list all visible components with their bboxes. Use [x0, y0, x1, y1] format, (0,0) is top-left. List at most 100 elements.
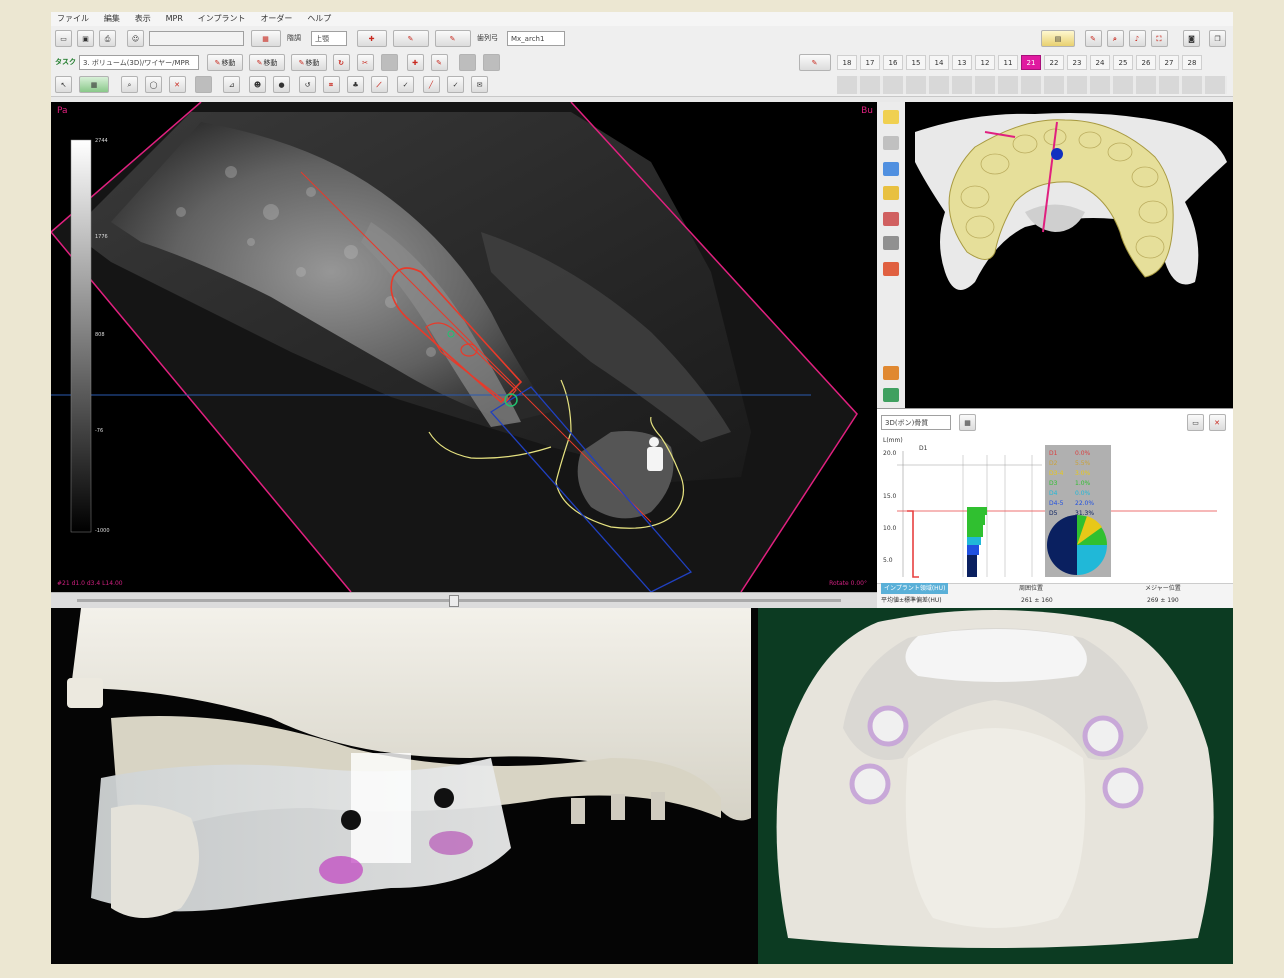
slider-track[interactable] — [77, 599, 841, 602]
sphere-icon[interactable]: ● — [273, 76, 290, 93]
fullscreen-icon[interactable]: ⛶ — [1151, 30, 1168, 47]
legend-key: D4 — [1049, 490, 1058, 497]
mpr-cross-section-view[interactable]: Pa Bu 2744 1776 808 -76 -1000 #21 d1.0 d… — [51, 102, 877, 592]
tooth-button-16[interactable]: 16 — [883, 55, 903, 70]
3d-arch-view[interactable] — [905, 102, 1233, 408]
implant-add-icon[interactable]: ✚ — [407, 54, 424, 71]
surround-value: 261 ± 160 — [1021, 597, 1053, 604]
panel-icon[interactable] — [883, 136, 899, 150]
jaw-select[interactable]: 上顎 — [311, 31, 347, 46]
slider-thumb[interactable] — [449, 595, 459, 607]
move-button-b[interactable]: ✎移動 — [249, 54, 285, 71]
tooth-button-21[interactable]: 21 — [1021, 55, 1041, 70]
corner-label-left: Pa — [57, 106, 68, 116]
line-tool-icon[interactable]: ⟋ — [371, 76, 388, 93]
export-icon[interactable] — [883, 366, 899, 380]
face-icon[interactable]: ☻ — [249, 76, 266, 93]
tooth-button-26[interactable]: 26 — [1136, 55, 1156, 70]
move-button-c[interactable]: ✎移動 — [291, 54, 327, 71]
tooth-button-13[interactable]: 13 — [952, 55, 972, 70]
tooth-button-18[interactable]: 18 — [837, 55, 857, 70]
magnifier-icon[interactable]: ⌕ — [121, 76, 138, 93]
report-button[interactable]: ▤ — [1041, 30, 1075, 47]
folder-icon[interactable] — [883, 186, 899, 200]
implant-edit-icon[interactable]: ✎ — [431, 54, 448, 71]
close-cross-icon[interactable]: ✕ — [169, 76, 186, 93]
legend-key: D3 — [1049, 480, 1058, 487]
note-icon[interactable]: ✉ — [471, 76, 488, 93]
layout-button[interactable]: ▦ — [251, 30, 281, 47]
legend-key: D3-4 — [1049, 470, 1064, 477]
reset-icon[interactable]: ◯ — [145, 76, 162, 93]
arch-select[interactable]: Mx_arch1 — [507, 31, 565, 46]
green-mark-icon-2[interactable]: ✓ — [447, 76, 464, 93]
green-mark-icon[interactable]: ✓ — [397, 76, 414, 93]
tooth-button-28[interactable]: 28 — [1182, 55, 1202, 70]
layers-icon[interactable] — [883, 162, 899, 176]
print-view-icon[interactable] — [883, 212, 899, 226]
menu-file[interactable]: ファイル — [51, 12, 95, 24]
window-icon[interactable]: ❐ — [1209, 30, 1226, 47]
zoom-icon[interactable]: ⌕ — [1107, 30, 1124, 47]
scissors-icon[interactable]: ✂ — [357, 54, 374, 71]
mpr-image — [51, 102, 858, 592]
legend-row: D2 5.5% — [1049, 459, 1111, 469]
pointer-icon[interactable]: ↖ — [55, 76, 72, 93]
tooth-button-25[interactable]: 25 — [1113, 55, 1133, 70]
legend-row: D5 31.3% — [1049, 509, 1111, 519]
open-folder-icon[interactable]: ▭ — [55, 30, 72, 47]
legend-key: D4-5 — [1049, 500, 1064, 507]
expand-icon[interactable] — [883, 262, 899, 276]
crop-view-icon[interactable]: ⌗ — [323, 76, 340, 93]
legend-key: D5 — [1049, 510, 1058, 517]
disabled-tool-icon-2 — [459, 54, 476, 71]
tooth-button-22[interactable]: 22 — [1044, 55, 1064, 70]
tree-icon[interactable]: ♣ — [347, 76, 364, 93]
camera-icon[interactable]: ◙ — [1183, 30, 1200, 47]
diagonal-icon[interactable]: ╱ — [423, 76, 440, 93]
tooth-button-15[interactable]: 15 — [906, 55, 926, 70]
menu-mpr[interactable]: MPR — [160, 13, 189, 23]
implant-library-button[interactable]: ✎ — [799, 54, 831, 71]
density-mode-select[interactable]: 3D(ボン)骨質 — [881, 415, 951, 430]
chart-icon[interactable] — [883, 388, 899, 402]
move-button-a[interactable]: ✎移動 — [207, 54, 243, 71]
density-close-icon[interactable]: ✕ — [1209, 414, 1226, 431]
patient-icon[interactable]: ☺ — [127, 30, 144, 47]
tooth-button-12[interactable]: 12 — [975, 55, 995, 70]
notes-icon[interactable] — [883, 110, 899, 124]
menu-edit[interactable]: 編集 — [98, 12, 126, 24]
measure-button[interactable]: ✎ — [393, 30, 429, 47]
pen-icon[interactable]: ✎ — [1085, 30, 1102, 47]
ruler-icon[interactable]: ⊿ — [223, 76, 240, 93]
tooth-button-24[interactable]: 24 — [1090, 55, 1110, 70]
slice-slider[interactable] — [51, 592, 877, 609]
density-settings-icon[interactable]: ▦ — [959, 414, 976, 431]
crop-button[interactable]: ✚ — [357, 30, 387, 47]
rotate-icon[interactable]: ↻ — [333, 54, 350, 71]
col-major-header: メジャー位置 — [1145, 585, 1181, 592]
tooth-button-17[interactable]: 17 — [860, 55, 880, 70]
grid-icon[interactable] — [883, 236, 899, 250]
legend-value: 5.5% — [1075, 460, 1091, 467]
menu-order[interactable]: オーダー — [254, 12, 298, 24]
audio-icon[interactable]: ♪ — [1129, 30, 1146, 47]
menu-help[interactable]: ヘルプ — [301, 12, 337, 24]
save-icon[interactable]: ▣ — [77, 30, 94, 47]
tooth-button-14[interactable]: 14 — [929, 55, 949, 70]
task-label: タスク — [55, 58, 76, 66]
legend-row: D4 0.0% — [1049, 489, 1111, 499]
menu-implant[interactable]: インプラント — [192, 12, 252, 24]
task-select[interactable]: 3. ボリューム(3D)/ワイヤー/MPR — [79, 55, 199, 70]
density-export-icon[interactable]: ▭ — [1187, 414, 1204, 431]
menu-view[interactable]: 表示 — [129, 12, 157, 24]
tooth-button-27[interactable]: 27 — [1159, 55, 1179, 70]
legend-value: 31.3% — [1075, 510, 1095, 517]
annotate-button[interactable]: ✎ — [435, 30, 471, 47]
print-icon[interactable]: ⎙ — [99, 30, 116, 47]
tooth-button-23[interactable]: 23 — [1067, 55, 1087, 70]
tooth-button-11[interactable]: 11 — [998, 55, 1018, 70]
rotate-view-icon[interactable]: ↺ — [299, 76, 316, 93]
preset-select[interactable] — [149, 31, 244, 46]
layout-3d-icon[interactable]: ▦ — [79, 76, 109, 93]
